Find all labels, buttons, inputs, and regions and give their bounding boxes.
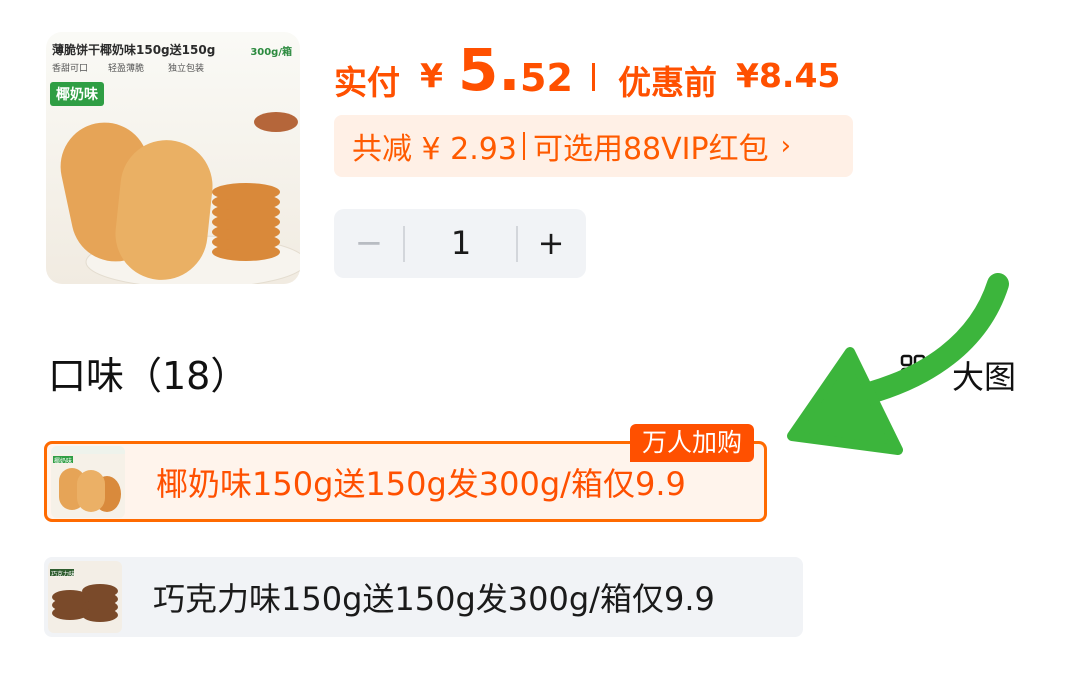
pay-price-integer: 5.: [458, 36, 521, 104]
discount-amount: 共减 ¥ 2.93: [352, 132, 517, 167]
vip-coupon-text: 可选用88VIP红包: [532, 132, 769, 167]
thumb-feature: 独立包装: [168, 64, 205, 74]
pay-price-decimal: 52: [520, 56, 573, 100]
increment-button[interactable]: +: [536, 221, 566, 265]
chevron-right-icon: ›: [780, 131, 792, 161]
annotation-arrow-icon: [787, 273, 1009, 455]
option-thumb-tag: 椰奶味: [54, 457, 73, 465]
discount-divider: [522, 132, 525, 160]
option-thumb-tag: 巧克力味: [51, 571, 76, 578]
quantity-value[interactable]: 1: [406, 221, 516, 265]
flavor-option-chocolate[interactable]: 巧克力味 巧克力味150g送150g发300g/箱仅9.9: [44, 557, 803, 637]
stepper-divider: [516, 226, 518, 262]
thumb-weight: 300g/箱: [250, 47, 292, 58]
thumb-feature: 香甜可口: [52, 64, 89, 74]
biscuit-illustration: [60, 112, 300, 284]
option-thumbnail: 巧克力味: [48, 561, 122, 633]
product-thumbnail[interactable]: 薄脆饼干椰奶味150g送150g 300g/箱 香甜可口 轻盈薄脆 独立包装 椰…: [46, 32, 300, 284]
option-thumbnail: 椰奶味: [51, 445, 125, 518]
flavor-section-title: 口味（18）: [48, 354, 249, 398]
option-label: 椰奶味150g送150g发300g/箱仅9.9: [156, 464, 686, 503]
discount-banner[interactable]: 共减 ¥ 2.93 可选用88VIP红包 ›: [334, 115, 853, 177]
original-price: ¥8.45: [736, 56, 841, 95]
decrement-button[interactable]: −: [354, 221, 384, 265]
quantity-stepper: − 1 +: [334, 209, 586, 278]
pay-label: 实付: [334, 63, 400, 102]
thumb-title: 薄脆饼干椰奶味150g送150g: [52, 43, 216, 57]
hot-seller-badge: 万人加购: [630, 424, 755, 462]
price-divider: [592, 63, 595, 91]
option-label: 巧克力味150g送150g发300g/箱仅9.9: [153, 580, 715, 618]
original-price-label: 优惠前: [618, 63, 717, 102]
thumb-feature: 轻盈薄脆: [108, 64, 145, 74]
stepper-divider: [403, 226, 405, 262]
currency-symbol: ¥: [420, 56, 443, 95]
